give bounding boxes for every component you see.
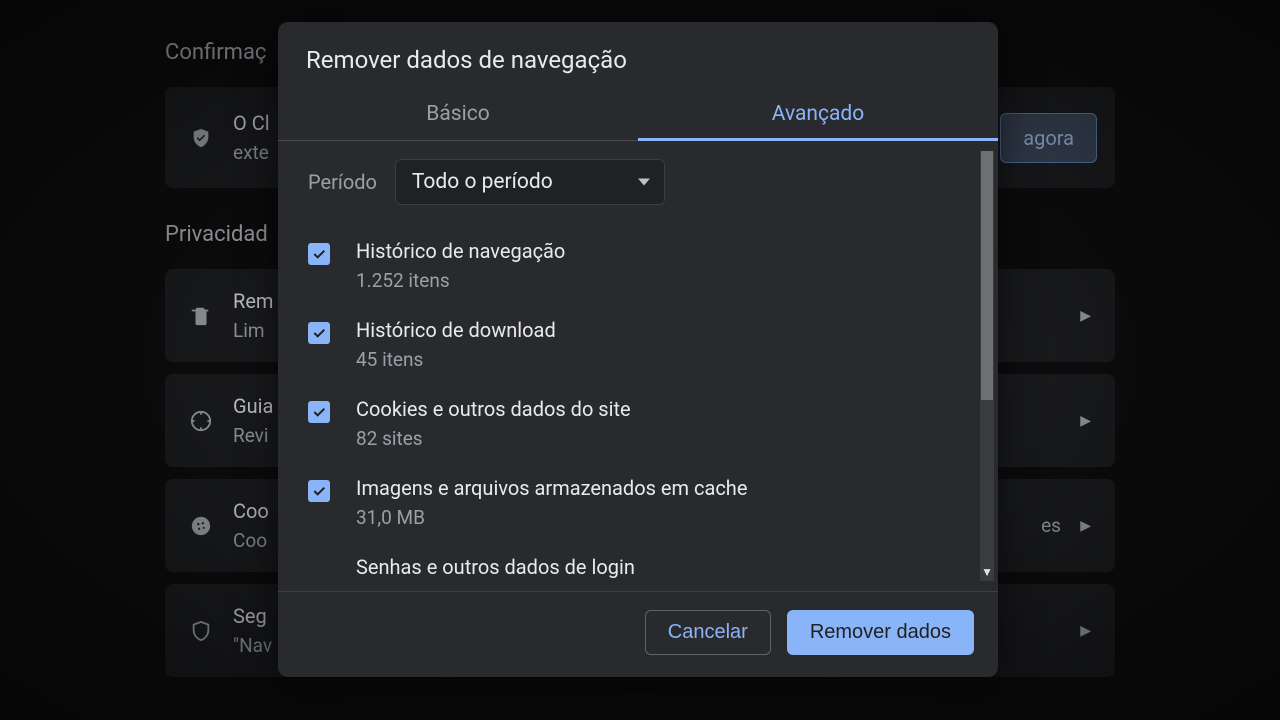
option-sub: 31,0 MB [356,506,747,529]
trash-icon [189,304,213,328]
dialog-footer: Cancelar Remover dados [278,591,998,677]
time-range-value: Todo o período [412,170,553,194]
row-suffix: es [1041,514,1061,537]
dialog-tabs: Básico Avançado [278,92,998,141]
option-download-history: Histórico de download 45 itens [306,310,966,389]
scrollbar[interactable] [980,151,994,581]
scrollbar-thumb[interactable] [981,151,993,400]
time-range-select[interactable]: Todo o período [395,159,665,205]
scrollbar-down-arrow-icon[interactable]: ▼ [981,565,993,579]
time-range-label: Período [308,170,377,194]
tab-basic[interactable]: Básico [278,92,638,140]
tab-advanced[interactable]: Avançado [638,92,998,140]
chevron-right-icon: ▶ [1080,518,1091,534]
checkbox-cookies[interactable] [308,401,330,423]
option-title: Imagens e arquivos armazenados em cache [356,476,747,500]
chevron-right-icon: ▶ [1080,308,1091,324]
checkbox-cached-images[interactable] [308,480,330,502]
chevron-right-icon: ▶ [1080,623,1091,639]
option-browsing-history: Histórico de navegação 1.252 itens [306,231,966,310]
time-range-row: Período Todo o período [306,159,966,205]
checkbox-browsing-history[interactable] [308,243,330,265]
compass-icon [189,409,213,433]
shield-icon [189,619,213,643]
caret-down-icon [638,179,650,186]
option-cached-images: Imagens e arquivos armazenados em cache … [306,468,966,547]
option-title: Cookies e outros dados do site [356,397,631,421]
chevron-right-icon: ▶ [1080,413,1091,429]
option-title: Senhas e outros dados de login [356,555,635,579]
option-title: Histórico de download [356,318,556,342]
option-sub: 1.252 itens [356,269,565,292]
option-passwords: Senhas e outros dados de login [306,547,966,583]
option-title: Histórico de navegação [356,239,565,263]
option-cookies: Cookies e outros dados do site 82 sites [306,389,966,468]
option-sub: 82 sites [356,427,631,450]
dialog-title: Remover dados de navegação [278,22,998,92]
cancel-button[interactable]: Cancelar [645,610,771,655]
option-sub: 45 itens [356,348,556,371]
shield-check-icon [189,126,213,150]
check-now-button[interactable]: agora [1000,113,1097,163]
clear-browsing-data-dialog: Remover dados de navegação Básico Avança… [278,22,998,677]
checkbox-download-history[interactable] [308,322,330,344]
cookie-icon [189,514,213,538]
dialog-body: Período Todo o período Histórico de nave… [278,141,998,591]
remove-data-button[interactable]: Remover dados [787,610,974,655]
